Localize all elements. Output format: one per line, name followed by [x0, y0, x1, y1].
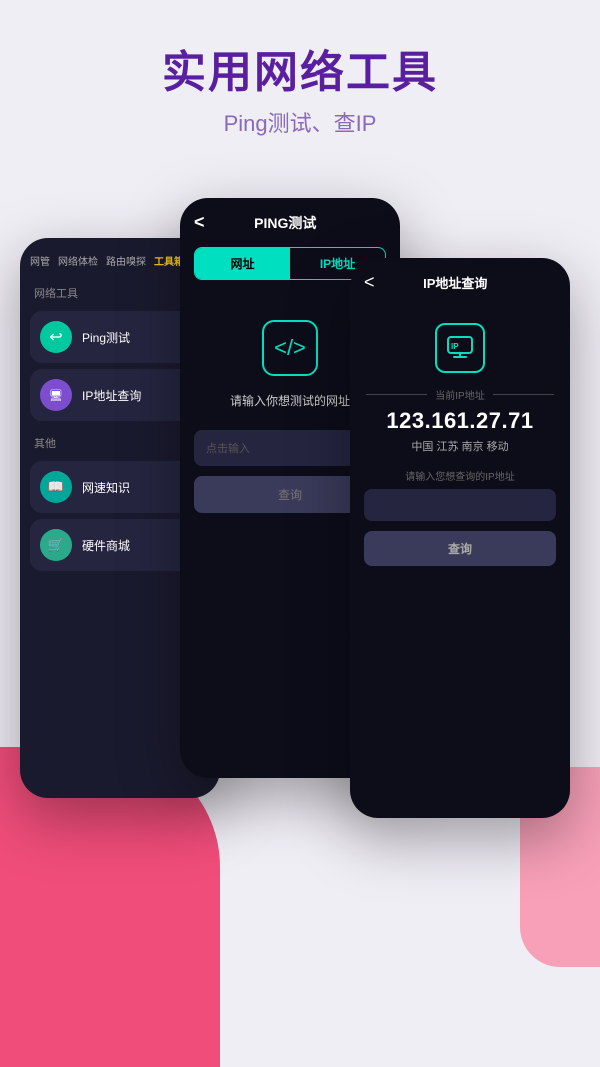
app-header: 实用网络工具 Ping测试、查IP — [0, 0, 600, 158]
tab-url[interactable]: 网址 — [195, 248, 290, 279]
main-title: 实用网络工具 — [20, 36, 580, 100]
tab-wangluoTijian[interactable]: 网络体检 — [58, 253, 98, 268]
main-subtitle: Ping测试、查IP — [20, 106, 580, 138]
tab-wangguan[interactable]: 网管 — [30, 253, 50, 268]
ping-hint: 请输入你想测试的网址 — [230, 392, 350, 410]
ip-input-hint: 请输入您想查询的IP地址 — [350, 468, 570, 483]
current-ip-label: 当前IP地址 — [435, 387, 484, 402]
ping-input-placeholder: 点击输入 — [206, 443, 250, 455]
ping-label: Ping测试 — [82, 329, 130, 346]
svg-text:IP: IP — [451, 342, 459, 351]
ip-icon-area: IP — [350, 323, 570, 373]
ip-monitor-icon: IP — [435, 323, 485, 373]
ip-query-title: IP地址查询 — [375, 273, 536, 292]
phones-container: 网管 网络体检 路由嗅探 工具箱 ⚙ 网络工具 ↩ Ping测试 › 🖥 IP地… — [20, 178, 580, 958]
hardware-store-label: 硬件商城 — [82, 537, 130, 554]
ping-test-title: PING测试 — [205, 213, 366, 233]
ip-label: IP地址查询 — [82, 387, 141, 404]
phone3-header: < IP地址查询 — [350, 258, 570, 303]
ip-query-label: 查询 — [448, 542, 472, 556]
ip-search-input[interactable] — [364, 489, 556, 521]
ip-address-value: 123.161.27.71 — [350, 408, 570, 434]
ping-icon: ↩ — [40, 321, 72, 353]
back-button-ping[interactable]: < — [194, 212, 205, 233]
code-brackets-icon: </> — [262, 320, 318, 376]
book-icon: 📖 — [40, 471, 72, 503]
phone2-header: < PING测试 — [180, 198, 400, 243]
tab-luyouXiutan[interactable]: 路由嗅探 — [106, 253, 146, 268]
ip-icon: 🖥 — [40, 379, 72, 411]
current-ip-divider: 当前IP地址 — [366, 387, 554, 402]
back-button-ip[interactable]: < — [364, 272, 375, 293]
network-knowledge-label: 网速知识 — [82, 479, 130, 496]
ip-location: 中国 江苏 南京 移动 — [350, 438, 570, 454]
ip-query-button[interactable]: 查询 — [364, 531, 556, 566]
store-icon: 🛒 — [40, 529, 72, 561]
ping-query-label: 查询 — [278, 488, 302, 502]
phone-ip-query: < IP地址查询 IP 当前IP地址 123.161.27.71 中国 江苏 南… — [350, 258, 570, 818]
